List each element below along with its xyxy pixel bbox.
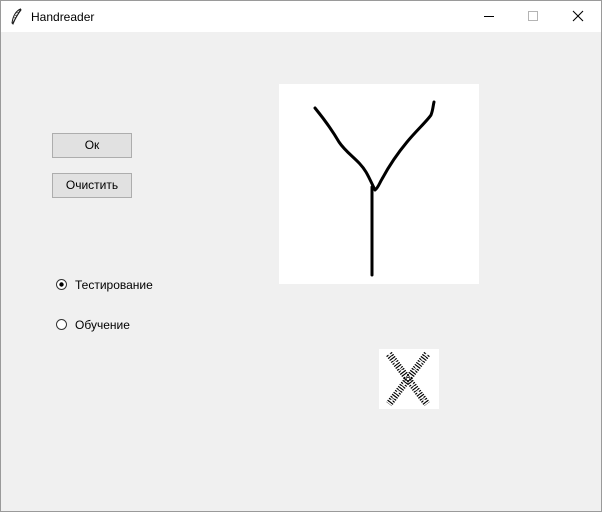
radio-testing-label: Тестирование [75,278,153,292]
minimize-icon [484,16,494,17]
title-bar[interactable]: Handreader [1,1,601,32]
clear-button[interactable]: Очистить [52,173,132,198]
drawing-canvas[interactable] [279,84,479,284]
maximize-icon [528,11,538,21]
preview-canvas [379,349,439,409]
radio-selected-icon[interactable] [56,279,67,290]
maximize-button[interactable] [510,1,556,32]
radio-training-label: Обучение [75,318,130,332]
feather-icon [10,8,22,25]
dotted-x-icon [386,351,430,407]
ok-button[interactable]: Ок [52,133,132,158]
app-window: Handreader Ок Очистить Тестирование Обуч… [0,0,602,512]
main-area: Ок Очистить Тестирование Обучение [1,32,601,511]
close-icon [572,10,584,22]
handwritten-stroke [313,100,436,277]
close-button[interactable] [554,1,600,32]
minimize-button[interactable] [466,1,512,32]
window-title: Handreader [31,10,95,24]
radio-unselected-icon[interactable] [56,319,67,330]
